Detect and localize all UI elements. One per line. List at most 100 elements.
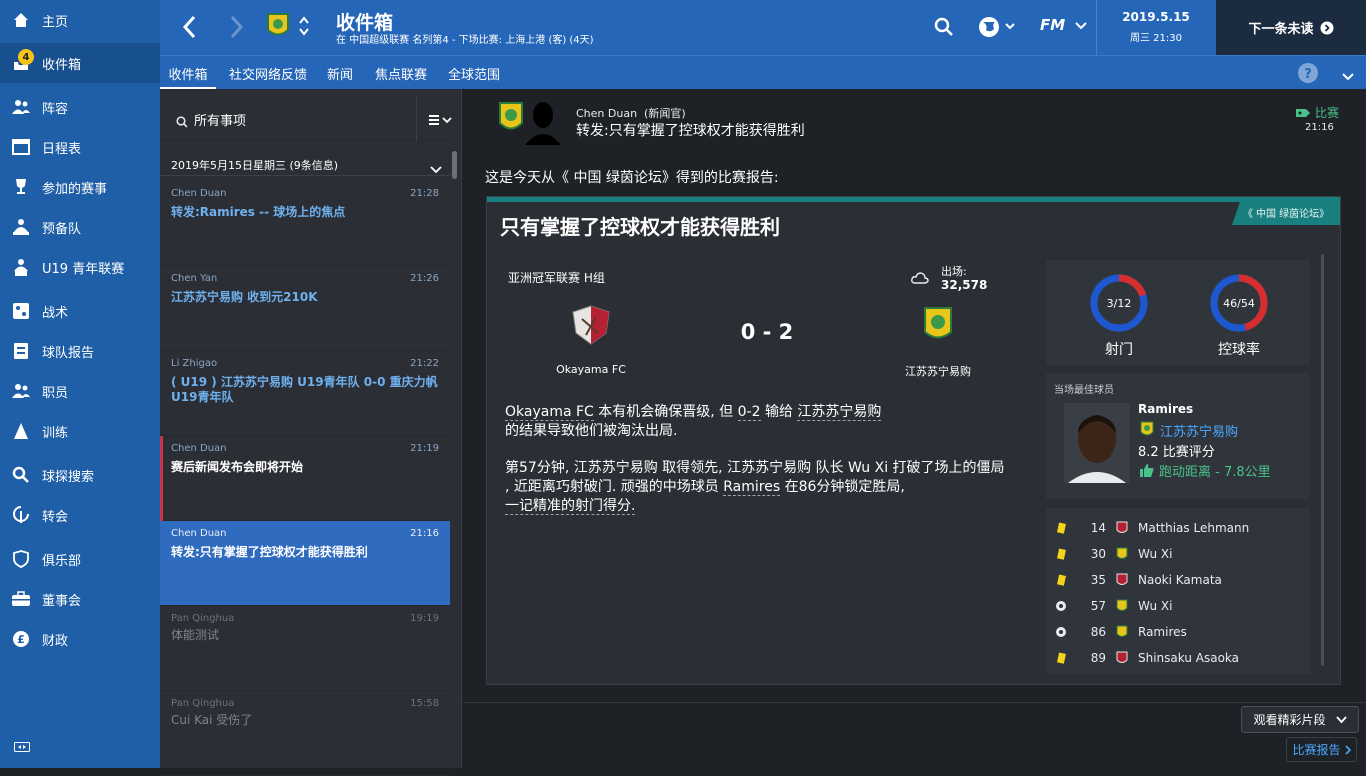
message-view: Chen Duan (新闻官) 转发:只有掌握了控球权才能获得胜利 比赛 21:…	[463, 89, 1366, 768]
event-player[interactable]: Matthias Lehmann	[1138, 521, 1249, 535]
player-photo[interactable]	[1064, 403, 1130, 483]
home-team-crest-icon	[1106, 521, 1138, 535]
match-event-row[interactable]: 86 Ramires	[1046, 619, 1312, 645]
event-player[interactable]: Ramires	[1138, 625, 1187, 639]
nav-item-inbox[interactable]: 4 收件箱	[0, 43, 160, 83]
tab-global[interactable]: 全球范围	[448, 56, 500, 90]
message-item[interactable]: Chen Yan 21:26 江苏苏宁易购 收到元210K	[160, 266, 450, 351]
nav-label: 转会	[42, 509, 69, 525]
tab-social-feedback[interactable]: 社交网络反馈	[229, 56, 307, 90]
nav-item-staff[interactable]: 职员	[0, 371, 160, 411]
list-options-icon[interactable]	[428, 112, 454, 131]
report-text: 输给	[760, 404, 798, 420]
message-time: 21:28	[410, 188, 439, 199]
home-team-crest-icon	[1106, 573, 1138, 587]
search-button[interactable]	[934, 17, 954, 41]
event-player[interactable]: Wu Xi	[1138, 547, 1172, 561]
back-button[interactable]	[180, 14, 198, 44]
nav-item-reserves[interactable]: 预备队	[0, 207, 160, 247]
match-event-row[interactable]: 14 Matthias Lehmann	[1046, 515, 1312, 541]
nav-label: 球探搜索	[42, 469, 95, 485]
attendance-label: 出场:	[941, 265, 967, 278]
message-sender: Chen Duan	[171, 443, 227, 454]
message-item[interactable]: Li Zhigao 21:22 ( U19 ) 江苏苏宁易购 U19青年队 0-…	[160, 351, 450, 436]
nav-item-scouting[interactable]: 球探搜索	[0, 455, 160, 495]
message-sender: Pan Qinghua	[171, 698, 235, 709]
nav-item-home[interactable]: 主页	[0, 0, 160, 40]
message-intro: 这是今天从《 中国 绿茵论坛》得到的比赛报告:	[485, 170, 779, 186]
away-team-name[interactable]: 江苏苏宁易购	[842, 363, 1034, 379]
collapse-sidebar-icon[interactable]	[14, 737, 30, 756]
next-unread-button[interactable]: 下一条未读	[1216, 0, 1366, 55]
nav-item-competitions[interactable]: 参加的赛事	[0, 167, 160, 207]
current-date: 2019.5.15	[1122, 10, 1190, 24]
help-icon[interactable]: ?	[1298, 63, 1318, 87]
away-team-crest-icon	[1106, 547, 1138, 561]
match-event-row[interactable]: 30 Wu Xi	[1046, 541, 1312, 567]
event-player[interactable]: Wu Xi	[1138, 599, 1172, 613]
team-link[interactable]: 江苏苏宁易购	[797, 404, 882, 421]
message-item[interactable]: Pan Qinghua 15:58 Cui Kai 受伤了	[160, 691, 450, 776]
club-crest-icon[interactable]	[266, 12, 290, 44]
team-link[interactable]: Okayama FC	[505, 404, 594, 421]
nav-item-transfers[interactable]: 转会	[0, 495, 160, 535]
list-scrollbar[interactable]	[452, 151, 457, 179]
tab-news[interactable]: 新闻	[327, 56, 353, 90]
nav-label: 预备队	[42, 221, 82, 237]
message-time: 21:22	[410, 358, 439, 369]
message-subject: ( U19 ) 江苏苏宁易购 U19青年队 0-0 重庆力帆 U19青年队	[171, 375, 438, 404]
score-link[interactable]: 0-2	[737, 404, 761, 421]
message-item[interactable]: Chen Duan 21:28 转发:Ramires -- 球场上的焦点	[160, 181, 450, 266]
potm-name[interactable]: Ramires	[1138, 402, 1193, 416]
player-link[interactable]: Ramires	[723, 479, 781, 496]
tab-inbox[interactable]: 收件箱	[160, 56, 216, 90]
forward-button[interactable]	[228, 14, 246, 44]
event-minute: 35	[1090, 573, 1106, 587]
nav-item-schedule[interactable]: 日程表	[0, 127, 160, 167]
nav-item-squad[interactable]: 阵容	[0, 87, 160, 127]
footer-divider	[463, 702, 1366, 703]
club-switch-icon[interactable]	[298, 12, 310, 44]
sender-avatar	[523, 97, 563, 149]
potm-team[interactable]: 江苏苏宁易购	[1160, 421, 1238, 440]
nav-item-board[interactable]: 董事会	[0, 579, 160, 619]
highlights-dropdown[interactable]: 观看精彩片段	[1241, 706, 1359, 733]
event-player[interactable]: Naoki Kamata	[1138, 573, 1222, 587]
filter-dropdown[interactable]: 所有事项	[194, 110, 246, 129]
match-event-row[interactable]: 89 Shinsaku Asaoka	[1046, 645, 1312, 671]
stats-scrollbar[interactable]	[1321, 254, 1324, 666]
home-team-name[interactable]: Okayama FC	[497, 363, 685, 376]
nav-item-team-report[interactable]: 球队报告	[0, 331, 160, 371]
away-team-crest[interactable]	[923, 306, 953, 348]
tab-focus-leagues[interactable]: 焦点联赛	[375, 56, 427, 90]
match-event-row[interactable]: 57 Wu Xi	[1046, 593, 1312, 619]
nav-item-tactics[interactable]: 战术	[0, 291, 160, 331]
match-event-row[interactable]: 35 Naoki Kamata	[1046, 567, 1312, 593]
nav-item-finance[interactable]: £ 财政	[0, 619, 160, 659]
nav-label: 职员	[42, 385, 69, 401]
collapse-group-icon[interactable]	[430, 160, 442, 179]
header-divider	[1096, 0, 1097, 55]
nav-item-u19[interactable]: U19 青年联赛	[0, 247, 160, 287]
away-team-crest-icon	[1106, 625, 1138, 639]
message-item[interactable]: Pan Qinghua 19:19 体能测试	[160, 606, 450, 691]
match-tag[interactable]: 比赛	[1296, 104, 1339, 121]
nav-label: U19 青年联赛	[42, 261, 125, 277]
potm-rating: 8.2 比赛评分	[1138, 445, 1215, 460]
message-item-selected[interactable]: Chen Duan 21:16 转发:只有掌握了控球权才能获得胜利	[160, 521, 450, 606]
nav-label: 董事会	[42, 593, 82, 609]
fm-menu-button[interactable]: FM	[1040, 16, 1087, 34]
message-item[interactable]: Chen Duan 21:19 赛后新闻发布会即将开始	[160, 436, 450, 521]
event-player[interactable]: Shinsaku Asaoka	[1138, 651, 1239, 665]
nav-item-training[interactable]: 训练	[0, 411, 160, 451]
report-headline: 只有掌握了控球权才能获得胜利	[500, 215, 780, 239]
potm-label: 当场最佳球员	[1054, 385, 1114, 396]
source-tag: 《 中国 绿茵论坛》	[1232, 200, 1340, 225]
home-team-crest[interactable]	[572, 305, 610, 349]
report-text: 一记精准的射门得分.	[505, 498, 636, 515]
search-icon	[0, 466, 42, 484]
nav-item-club[interactable]: 俱乐部	[0, 539, 160, 579]
world-menu-button[interactable]	[978, 16, 1018, 42]
options-chevron-icon[interactable]	[1341, 67, 1355, 86]
match-report-link[interactable]: 比赛报告	[1286, 737, 1357, 762]
